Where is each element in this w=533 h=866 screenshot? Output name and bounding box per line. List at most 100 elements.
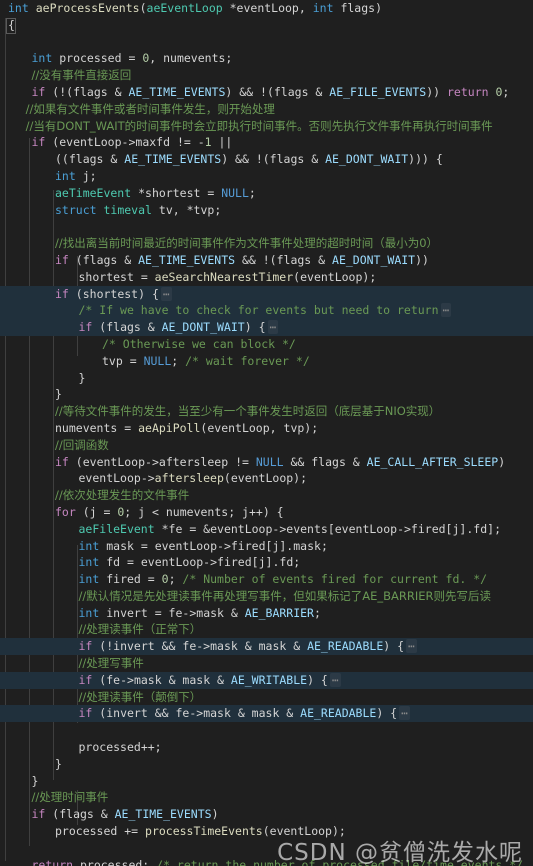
code-token-pun: ; [168, 572, 183, 587]
code-line[interactable]: ((flags & AE_TIME_EVENTS) && !(flags & A… [0, 151, 533, 168]
code-line[interactable]: if (flags & AE_TIME_EVENTS) [0, 806, 533, 823]
code-line[interactable]: aeTimeEvent *shortest = NULL; [0, 185, 533, 202]
code-line[interactable]: //如果有文件事件或者时间事件发生，则开始处理 [0, 101, 533, 118]
code-line[interactable]: //回调函数 [0, 437, 533, 454]
code-token-id: mask [251, 706, 280, 721]
code-token-var: AE_CALL_AFTER_SLEEP [366, 454, 499, 469]
code-token-pun: ); [304, 420, 319, 435]
code-token-pun: )) [415, 252, 429, 267]
code-token-kw: if [55, 454, 69, 469]
code-token-pun: -> [121, 135, 136, 150]
code-token-pun: ( [45, 135, 60, 150]
code-line[interactable]: shortest = aeSearchNearestTimer(eventLoo… [0, 269, 533, 286]
code-line[interactable]: } [0, 773, 533, 790]
code-line[interactable]: if (shortest) {⋯ [0, 285, 533, 303]
code-line[interactable]: if (fe->mask & mask & AE_WRITABLE) {⋯ [0, 671, 533, 689]
code-token-pun: ) [498, 454, 506, 469]
code-token-pun: ( [45, 807, 60, 822]
code-line[interactable]: { [0, 17, 533, 34]
code-line[interactable]: if (!(flags & AE_TIME_EVENTS) && !(flags… [0, 84, 533, 101]
code-line[interactable] [0, 218, 533, 235]
code-token-id: processed [59, 51, 122, 66]
code-token-pun: * [131, 185, 146, 200]
code-line[interactable] [0, 34, 533, 51]
code-line[interactable]: //默认情况是先处理读事件再处理写事件，但如果标记了AE_BARRIER则先写后… [0, 588, 533, 605]
code-token-var: AE_DONT_WAIT [161, 320, 245, 335]
code-fold-placeholder[interactable]: ⋯ [406, 639, 417, 654]
code-content[interactable]: int aeProcessEvents(aeEventLoop *eventLo… [0, 0, 533, 866]
code-fold-placeholder[interactable]: ⋯ [440, 303, 452, 318]
code-fold-placeholder[interactable]: ⋯ [160, 286, 172, 301]
code-token-id: aftersleep [158, 454, 229, 469]
code-line[interactable]: processed += processTimeEvents(eventLoop… [0, 823, 533, 840]
code-token-pun: ( [262, 824, 270, 839]
code-line[interactable]: //依次处理发生的文件事件 [0, 487, 533, 504]
code-token-pun: ; [293, 555, 301, 570]
code-line[interactable]: if (flags & AE_TIME_EVENTS && !(flags & … [0, 252, 533, 269]
code-token-pun: = [117, 420, 139, 435]
code-line[interactable]: numevents = aeApiPoll(eventLoop, tvp); [0, 420, 533, 437]
code-token-pun: = [147, 605, 169, 620]
code-line[interactable]: processed++; [0, 739, 533, 756]
code-line[interactable]: int fired = 0; /* Number of events fired… [0, 571, 533, 588]
code-line[interactable]: eventLoop->aftersleep(eventLoop); [0, 470, 533, 487]
code-token-pun: ( [68, 454, 83, 469]
code-line[interactable]: //当有DONT_WAIT的时间事件时会立即执行时间事件。否则先执行文件事件再执… [0, 118, 533, 135]
code-line[interactable]: return processed; /* return the number o… [0, 857, 533, 866]
code-line[interactable]: } [0, 756, 533, 773]
code-token-pun: || [211, 135, 233, 150]
code-line[interactable]: if (flags & AE_DONT_WAIT) {⋯ [0, 319, 533, 336]
code-line[interactable]: if (eventLoop->aftersleep != NULL && fla… [0, 454, 533, 471]
code-token-pun [152, 203, 159, 217]
code-token-pun: )) [426, 84, 447, 99]
code-line[interactable]: aeFileEvent *fe = &eventLoop->events[eve… [0, 521, 533, 538]
code-token-pun: ) { [307, 672, 328, 687]
code-token-pun: * [154, 521, 169, 536]
code-token-pun: , [269, 420, 284, 435]
code-token-pun: ]. [279, 538, 294, 553]
code-line[interactable]: if (!invert && fe->mask & mask & AE_READ… [0, 638, 533, 656]
code-line[interactable]: //等待文件事件的发生，当至少有一个事件发生时返回（底层基于NIO实现） [0, 403, 533, 420]
code-line[interactable]: int j; [0, 168, 533, 185]
code-fold-placeholder[interactable]: ⋯ [399, 706, 411, 721]
code-line[interactable]: for (j = 0; j < numevents; j++) { [0, 504, 533, 521]
code-line[interactable]: tvp = NULL; /* wait forever */ [0, 353, 533, 370]
code-line[interactable]: int mask = eventLoop->fired[j].mask; [0, 538, 533, 555]
code-line[interactable]: //处理写事件 [0, 655, 533, 672]
code-line[interactable]: /* If we have to check for events but ne… [0, 302, 533, 320]
code-line[interactable]: //处理时间事件 [0, 789, 533, 806]
code-fold-placeholder[interactable]: ⋯ [267, 320, 279, 335]
code-line[interactable]: //找出离当前时间最近的时间事件作为文件事件处理的超时时间（最小为0） [0, 235, 533, 252]
code-token-id: flags [73, 84, 108, 99]
code-token-pun: ; [248, 185, 256, 200]
code-token-kw: if [55, 286, 69, 301]
code-line[interactable]: if (eventLoop->maxfd != -1 || [0, 134, 533, 151]
code-token-var: AE_FILE_EVENTS [329, 84, 427, 99]
code-line[interactable]: } [0, 370, 533, 387]
code-token-cls: aeEventLoop [146, 1, 223, 15]
code-line[interactable]: struct timeval tv, *tvp; [0, 202, 533, 219]
code-line[interactable]: //没有事件直接返回 [0, 67, 533, 84]
code-fold-placeholder[interactable]: ⋯ [329, 672, 341, 687]
code-token-id: shortest [145, 185, 201, 200]
code-token-id: j [258, 555, 266, 570]
code-line[interactable] [0, 840, 533, 857]
code-line[interactable]: if (invert && fe->mask & mask & AE_READA… [0, 705, 533, 723]
code-token-pun: ++) { [248, 504, 284, 519]
code-token-num: 1 [204, 135, 212, 150]
code-line[interactable] [0, 722, 533, 739]
code-line[interactable]: //处理读事件（颠倒下） [0, 689, 533, 706]
code-line[interactable]: /* Otherwise we can block */ [0, 336, 533, 353]
code-token-id: eventLoop [154, 538, 218, 553]
code-token-pun: && [154, 639, 183, 654]
code-token-id: tv [158, 202, 173, 217]
code-token-var: AE_BARRIER [244, 605, 314, 620]
code-token-id: flags [276, 252, 312, 267]
code-line[interactable]: int fd = eventLoop->fired[j].fd; [0, 554, 533, 571]
code-token-cmz: //处理读事件（颠倒下） [78, 689, 202, 704]
code-line[interactable]: int aeProcessEvents(aeEventLoop *eventLo… [0, 0, 533, 17]
code-line[interactable]: int invert = fe->mask & AE_BARRIER; [0, 605, 533, 622]
code-line[interactable]: int processed = 0, numevents; [0, 50, 533, 67]
code-line[interactable]: //处理读事件（正常下） [0, 621, 533, 638]
code-line[interactable]: } [0, 386, 533, 403]
